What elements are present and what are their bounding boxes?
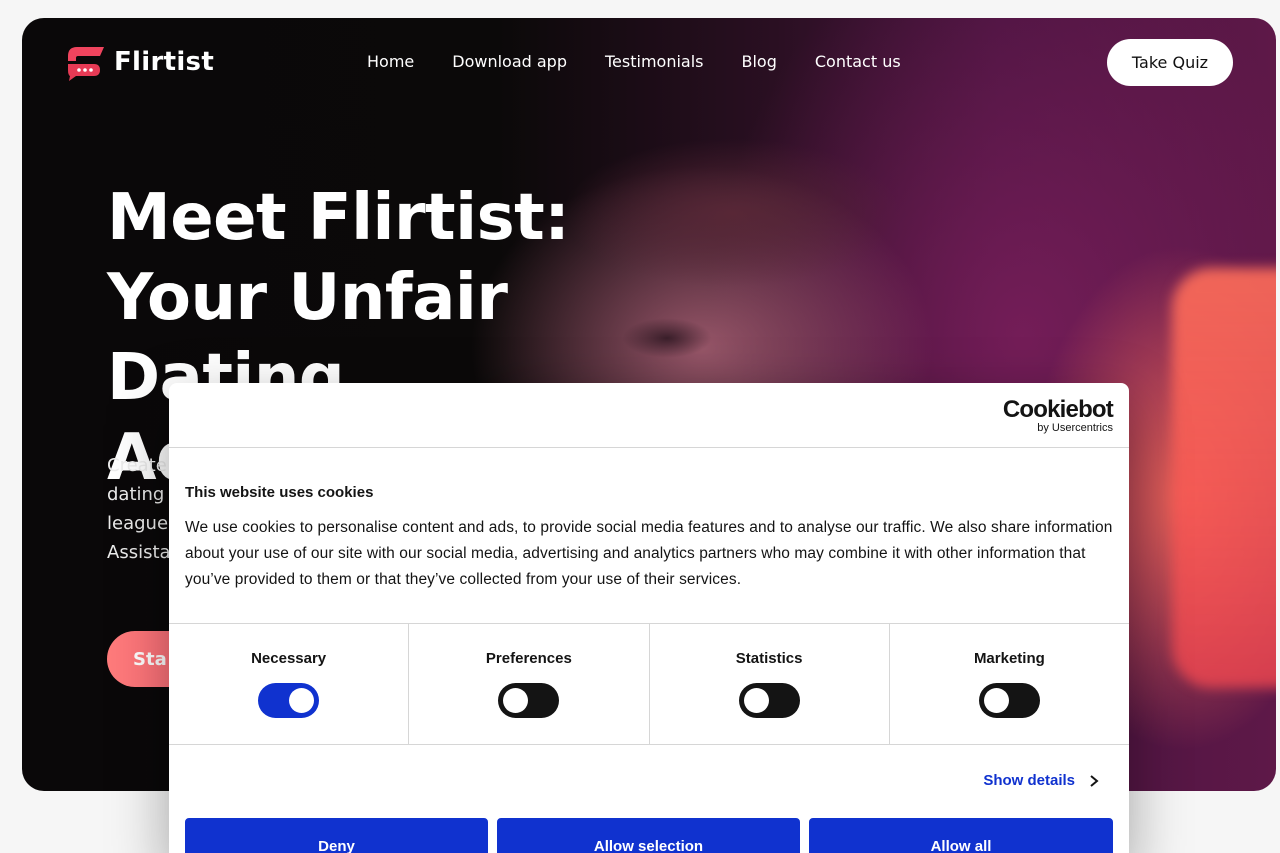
- nav-home[interactable]: Home: [367, 52, 414, 71]
- nav-blog[interactable]: Blog: [741, 52, 776, 71]
- allow-selection-button[interactable]: Allow selection: [497, 818, 800, 853]
- hero-photo-phone: [1172, 268, 1276, 688]
- cookie-dialog-header: Cookiebot by Usercentrics: [169, 383, 1129, 448]
- preferences-toggle[interactable]: [498, 683, 560, 718]
- cookiebot-logo-byline: by Usercentrics: [1037, 422, 1113, 434]
- category-label: Necessary: [251, 650, 327, 667]
- toggle-knob: [743, 688, 769, 713]
- category-marketing: Marketing: [890, 624, 1129, 744]
- cookiebot-logo[interactable]: Cookiebot by Usercentrics: [1002, 396, 1114, 435]
- toggle-knob: [503, 688, 529, 713]
- toggle-knob: [289, 688, 315, 713]
- category-preferences: Preferences: [409, 624, 650, 744]
- cookie-consent-dialog: Cookiebot by Usercentrics This website u…: [169, 383, 1129, 853]
- category-statistics: Statistics: [650, 624, 890, 744]
- nav-testimonials[interactable]: Testimonials: [605, 52, 704, 71]
- category-label: Preferences: [485, 650, 572, 667]
- chevron-right-icon: [1090, 774, 1099, 787]
- cookie-dialog-title: This website uses cookies: [185, 484, 374, 501]
- details-row: Show details: [169, 745, 1129, 817]
- category-label: Marketing: [973, 650, 1045, 667]
- chat-bubble-logo-icon: [68, 47, 104, 81]
- category-label: Statistics: [735, 650, 803, 667]
- cookie-button-row: Deny Allow selection Allow all: [185, 818, 1113, 853]
- toggle-knob: [983, 688, 1009, 713]
- show-details-link[interactable]: Show details: [983, 772, 1101, 789]
- take-quiz-button[interactable]: Take Quiz: [1107, 39, 1233, 86]
- main-nav: Home Download app Testimonials Blog Cont…: [367, 52, 901, 71]
- brand-name: Flirtist: [114, 47, 215, 77]
- cookie-category-toggles: Necessary Preferences Statistics Marketi…: [169, 624, 1129, 745]
- marketing-toggle[interactable]: [978, 683, 1040, 718]
- allow-all-button[interactable]: Allow all: [809, 818, 1113, 853]
- cookie-dialog-body: This website uses cookies We use cookies…: [169, 448, 1129, 624]
- brand-logo[interactable]: Flirtist: [64, 42, 214, 82]
- cookie-dialog-description: We use cookies to personalise content an…: [185, 519, 1113, 588]
- nav-contact-us[interactable]: Contact us: [815, 52, 901, 71]
- category-necessary: Necessary: [169, 624, 410, 744]
- statistics-toggle[interactable]: [738, 683, 800, 718]
- cookiebot-logo-name: Cookiebot: [1002, 396, 1114, 423]
- nav-download-app[interactable]: Download app: [452, 52, 567, 71]
- deny-button[interactable]: Deny: [185, 818, 488, 853]
- show-details-label: Show details: [983, 772, 1075, 789]
- necessary-toggle[interactable]: [258, 683, 320, 718]
